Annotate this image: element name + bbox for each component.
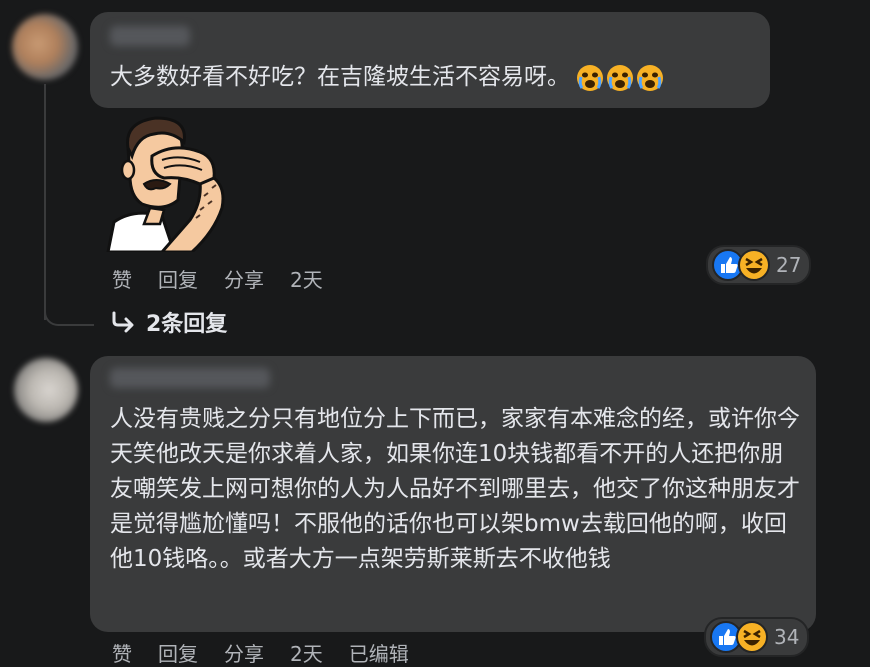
thread-line [44,84,46,320]
crying-face-icon [577,64,603,91]
timestamp[interactable]: 2天 [290,264,323,293]
view-replies-link[interactable]: 2条回复 [110,306,227,338]
reply-arrow-icon [112,311,134,333]
haha-reaction-icon [736,621,768,653]
comment-text: 人没有贵贱之分只有地位分上下而已，家家有本难念的经，或许你今天笑他改天是你求着人… [110,406,800,572]
reaction-summary[interactable]: 27 [706,245,812,285]
reaction-summary[interactable]: 34 [704,617,810,657]
crying-face-icon [607,64,633,91]
commenter-name-redacted[interactable] [110,26,190,46]
comment-text: 大多数好看不好吃？在吉隆坡生活不容易呀。 [110,60,664,95]
haha-reaction-icon [738,249,770,281]
replies-count-label: 2条回复 [146,312,228,337]
commenter-name-redacted[interactable] [110,368,270,388]
share-button[interactable]: 分享 [224,264,264,293]
comment-text-content: 大多数好看不好吃？在吉隆坡生活不容易呀。 [110,64,570,90]
avatar[interactable] [12,14,78,80]
crying-face-icon [637,64,663,91]
reaction-count: 34 [774,625,800,649]
reaction-count: 27 [776,253,802,277]
comment-actions: 赞 回复 分享 2天 [112,264,323,293]
emoji-row [576,64,664,92]
thread-elbow [44,306,94,326]
reply-button[interactable]: 回复 [158,264,198,293]
avatar[interactable] [14,358,78,422]
facepalm-sticker[interactable] [104,112,236,252]
like-button[interactable]: 赞 [112,264,132,293]
